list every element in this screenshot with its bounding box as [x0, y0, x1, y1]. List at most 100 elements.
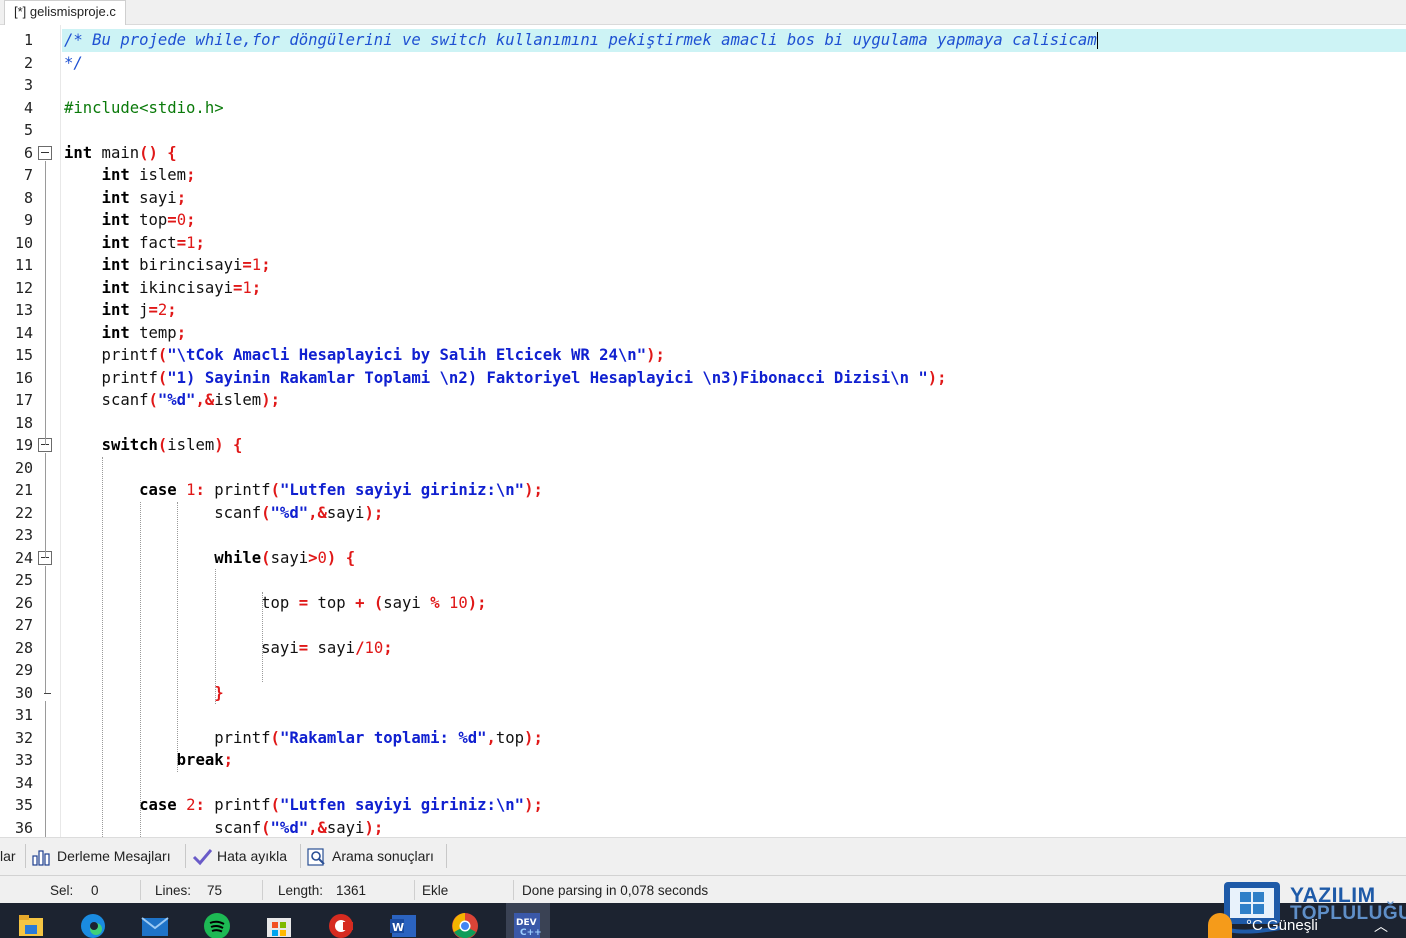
line-number: 19: [14, 436, 33, 454]
code-line[interactable]: int temp;: [64, 322, 187, 345]
chrome-icon[interactable]: [450, 909, 480, 938]
bottom-panel-tabs: lar Derleme Mesajları Hata ayıkla Arama …: [0, 837, 1406, 875]
code-line[interactable]: printf("Rakamlar toplami: %d",top);: [64, 727, 543, 750]
status-separator: [262, 880, 263, 900]
line-number: 7: [23, 166, 33, 184]
fold-range-line: [45, 160, 46, 445]
tab-search-results-label: Arama sonuçları: [332, 848, 434, 864]
indent-guide: [261, 591, 263, 682]
status-length-label: Length:: [278, 883, 324, 898]
code-editor[interactable]: 1 2 3 4 5 6 7 8 9 10 11 12 13 14 15 16 17 18 19 20 21 22 23 24 2…: [0, 25, 1406, 837]
line-number: 1: [23, 31, 33, 49]
line-number: 8: [23, 188, 33, 207]
status-sel-value: 0: [91, 883, 99, 898]
indent-guide: [102, 456, 104, 837]
line-number-gutter: 1 2 3 4 5 6 7 8 9 10 11 12 13 14 15 16 17 18 19 20 21 22 23 24 2…: [0, 25, 62, 837]
code-line[interactable]: }: [64, 682, 223, 705]
tab-separator: [446, 844, 447, 868]
mail-icon[interactable]: [140, 909, 170, 938]
ccleaner-icon[interactable]: [326, 909, 356, 938]
tab-partial[interactable]: lar: [0, 844, 16, 870]
code-line[interactable]: sayi= sayi/10;: [64, 637, 392, 660]
status-separator: [140, 880, 141, 900]
line-number: 29: [14, 661, 33, 679]
status-mode: Ekle: [422, 883, 449, 898]
code-line[interactable]: case 1: printf("Lutfen sayiyi giriniz:\n…: [64, 479, 543, 502]
code-line[interactable]: printf("1) Sayinin Rakamlar Toplami \n2)…: [64, 367, 947, 390]
code-line[interactable]: #include<stdio.h>: [64, 97, 224, 120]
line-number: 4: [23, 98, 33, 117]
code-line[interactable]: int islem;: [64, 164, 196, 187]
gutter-divider: [60, 25, 61, 837]
code-line[interactable]: switch(islem) {: [64, 434, 243, 457]
file-explorer-icon[interactable]: [16, 909, 46, 938]
fold-end-marker: [44, 692, 51, 694]
tab-separator: [25, 844, 26, 868]
line-number: 17: [14, 391, 33, 409]
status-lines-value: 75: [207, 883, 223, 898]
svg-text:W: W: [392, 921, 404, 934]
status-message: Done parsing in 0,078 seconds: [522, 883, 709, 898]
devcpp-icon[interactable]: DEV C++: [512, 909, 542, 938]
weather-sun-icon: [1208, 913, 1232, 938]
code-line[interactable]: int fact=1;: [64, 232, 205, 255]
file-tab[interactable]: [*] gelismisproje.c: [4, 0, 126, 25]
indent-guide: [214, 569, 216, 704]
code-line[interactable]: int birincisayi=1;: [64, 254, 271, 277]
status-bar: Sel: 0 Lines: 75 Length: 1361 Ekle Done …: [0, 875, 1406, 903]
code-line[interactable]: top = top + (sayi % 10);: [64, 592, 486, 615]
code-line[interactable]: case 2: printf("Lutfen sayiyi giriniz:\n…: [64, 794, 543, 817]
tab-separator: [185, 844, 186, 868]
weather-text[interactable]: °C Güneşli: [1246, 917, 1318, 934]
svg-text:DEV: DEV: [516, 918, 537, 928]
line-number: 27: [14, 616, 33, 634]
windows-taskbar: W DEV C++: [0, 903, 1406, 938]
line-number: 2: [23, 53, 33, 72]
word-icon[interactable]: W: [388, 909, 418, 938]
code-line[interactable]: int ikincisayi=1;: [64, 277, 262, 300]
indent-guide: [139, 501, 141, 837]
line-number: 26: [14, 593, 33, 612]
line-number: 31: [14, 706, 33, 724]
code-line[interactable]: */: [64, 52, 83, 75]
line-number: 20: [14, 458, 33, 477]
code-line[interactable]: int sayi;: [64, 187, 187, 210]
line-number: 28: [14, 638, 33, 657]
tab-debug[interactable]: Hata ayıkla: [192, 844, 287, 870]
line-number: 11: [14, 256, 33, 274]
code-line-active[interactable]: /* Bu projede while,for döngülerini ve s…: [62, 29, 1406, 52]
line-number: 3: [23, 76, 33, 94]
line-number: 34: [14, 773, 33, 792]
store-icon[interactable]: [264, 909, 294, 938]
status-lines-label: Lines:: [155, 883, 192, 898]
edge-icon[interactable]: [78, 909, 108, 938]
fold-toggle-icon[interactable]: [38, 145, 52, 160]
line-number: 6: [23, 143, 33, 162]
status-length-value: 1361: [336, 883, 367, 898]
tab-separator: [300, 844, 301, 868]
tray-chevron-up-icon[interactable]: ︿: [1374, 916, 1388, 936]
code-line[interactable]: while(sayi>0) {: [64, 547, 355, 570]
code-line[interactable]: int main() {: [64, 142, 177, 165]
fold-range-line: [45, 453, 46, 558]
spotify-icon[interactable]: [202, 909, 232, 938]
bar-chart-icon: [32, 850, 50, 866]
code-line[interactable]: break;: [64, 749, 233, 772]
line-number: 15: [14, 346, 33, 364]
line-number: 32: [14, 728, 33, 747]
search-document-icon: [307, 848, 325, 866]
code-line[interactable]: scanf("%d",&sayi);: [64, 502, 383, 525]
tab-partial-label: lar: [0, 848, 16, 864]
code-line[interactable]: printf("\tCok Amacli Hesaplayici by Sali…: [64, 344, 665, 367]
code-line[interactable]: int top=0;: [64, 209, 196, 232]
file-tab-label: [*] gelismisproje.c: [14, 4, 116, 19]
code-line[interactable]: scanf("%d",&islem);: [64, 389, 280, 412]
tab-search-results[interactable]: Arama sonuçları: [307, 844, 434, 870]
tab-compile-messages[interactable]: Derleme Mesajları: [32, 844, 171, 870]
code-line[interactable]: int j=2;: [64, 299, 177, 322]
line-number: 30: [14, 683, 33, 702]
status-sel-label: Sel:: [50, 883, 74, 898]
line-number: 23: [14, 526, 33, 544]
code-line[interactable]: scanf("%d",&sayi);: [64, 817, 383, 838]
line-number: 10: [14, 233, 33, 252]
